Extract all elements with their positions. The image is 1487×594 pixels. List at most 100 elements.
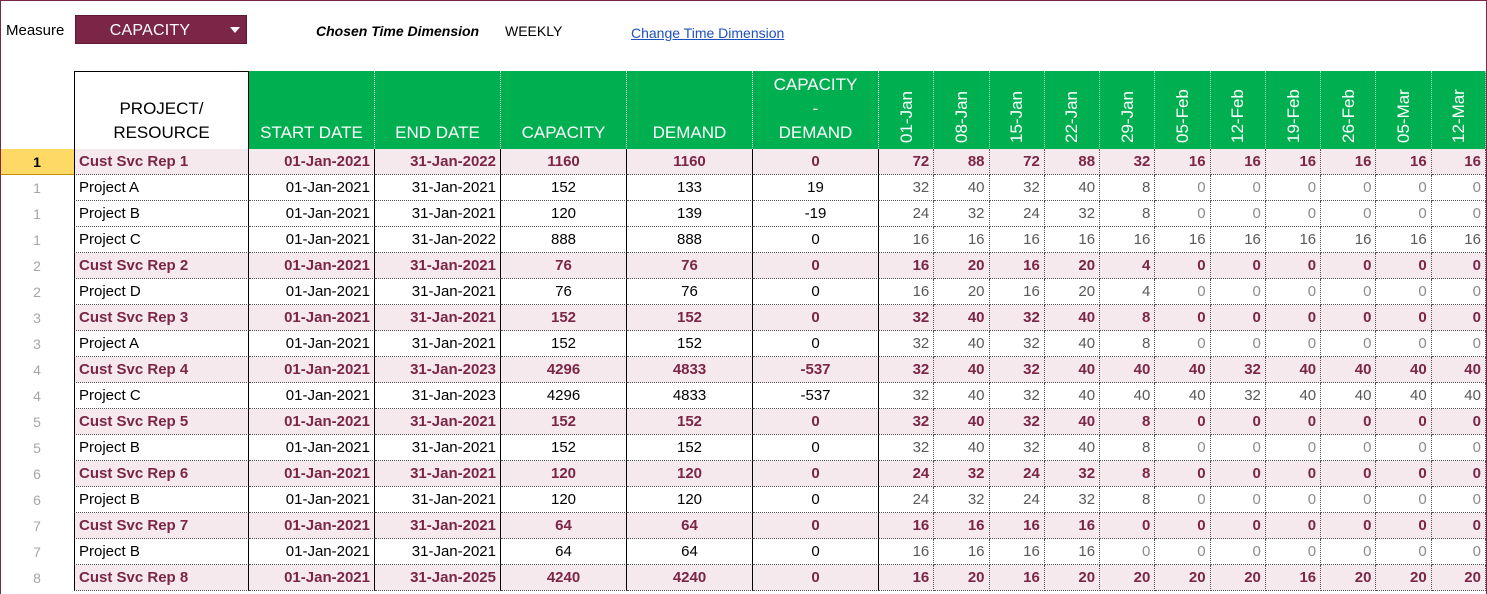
cell-week-value[interactable]: 0 [1265, 539, 1322, 565]
cell-end[interactable]: 31-Jan-2022 [375, 227, 501, 253]
cell-end[interactable]: 31-Jan-2021 [375, 409, 501, 435]
cell-week-value[interactable]: 88 [1044, 149, 1101, 175]
cell-week-value[interactable]: 0 [1155, 201, 1211, 227]
cell-name[interactable]: Project B [74, 435, 249, 461]
cell-week-value[interactable]: 0 [1210, 409, 1266, 435]
cell-week-value[interactable]: 40 [934, 435, 990, 461]
cell-week-value[interactable]: 0 [1155, 279, 1211, 305]
cell-start[interactable]: 01-Jan-2021 [249, 175, 375, 201]
cell-week-value[interactable]: 0 [1431, 201, 1486, 227]
cell-week-value[interactable]: 0 [1155, 487, 1211, 513]
cell-end[interactable]: 31-Jan-2022 [375, 149, 501, 175]
cell-week-value[interactable]: 32 [934, 487, 990, 513]
cell-week-value[interactable]: 32 [989, 331, 1045, 357]
cell-week-value[interactable]: 16 [879, 565, 935, 591]
cell-week-value[interactable]: 16 [879, 253, 935, 279]
cell-name[interactable]: Cust Svc Rep 6 [74, 461, 249, 487]
cell-name[interactable]: Project B [74, 201, 249, 227]
cell-week-value[interactable]: 40 [1155, 383, 1211, 409]
cell-demand[interactable]: 152 [627, 435, 753, 461]
cell-end[interactable]: 31-Jan-2021 [375, 331, 501, 357]
cell-week-value[interactable]: 8 [1100, 409, 1156, 435]
cell-start[interactable]: 01-Jan-2021 [249, 513, 375, 539]
cell-week-value[interactable]: 16 [1321, 149, 1377, 175]
cell-end[interactable]: 31-Jan-2021 [375, 461, 501, 487]
cell-demand[interactable]: 139 [627, 201, 753, 227]
cell-week-value[interactable]: 0 [1321, 305, 1377, 331]
cell-diff[interactable]: 0 [753, 305, 879, 331]
cell-week-value[interactable]: 32 [1044, 461, 1101, 487]
table-row[interactable]: 4 Project C 01-Jan-2021 31-Jan-2023 4296 4833… [0, 383, 1487, 409]
cell-week-value[interactable]: 40 [934, 383, 990, 409]
cell-week-value[interactable]: 4 [1100, 279, 1156, 305]
cell-week-value[interactable]: 0 [1265, 461, 1322, 487]
cell-capacity[interactable]: 120 [501, 487, 627, 513]
cell-week-value[interactable]: 16 [879, 539, 935, 565]
measure-dropdown[interactable]: CAPACITY [75, 15, 247, 44]
cell-capacity[interactable]: 64 [501, 539, 627, 565]
cell-capacity[interactable]: 120 [501, 461, 627, 487]
cell-week-value[interactable]: 16 [1155, 149, 1211, 175]
cell-week-value[interactable]: 0 [1265, 305, 1322, 331]
cell-week-value[interactable]: 20 [1155, 565, 1211, 591]
cell-capacity[interactable]: 4296 [501, 357, 627, 383]
cell-week-value[interactable]: 40 [1100, 383, 1156, 409]
cell-week-value[interactable]: 0 [1265, 331, 1322, 357]
cell-week-value[interactable]: 32 [879, 383, 935, 409]
cell-diff[interactable]: 19 [753, 175, 879, 201]
cell-week-value[interactable]: 0 [1155, 175, 1211, 201]
cell-week-value[interactable]: 32 [1044, 487, 1101, 513]
cell-week-value[interactable]: 0 [1376, 201, 1432, 227]
cell-name[interactable]: Cust Svc Rep 4 [74, 357, 249, 383]
cell-week-value[interactable]: 32 [879, 357, 935, 383]
cell-week-value[interactable]: 0 [1376, 487, 1432, 513]
cell-week-value[interactable]: 0 [1376, 513, 1432, 539]
cell-week-value[interactable]: 32 [879, 331, 935, 357]
cell-start[interactable]: 01-Jan-2021 [249, 331, 375, 357]
cell-week-value[interactable]: 0 [1431, 253, 1486, 279]
cell-week-value[interactable]: 32 [879, 305, 935, 331]
cell-week-value[interactable]: 0 [1321, 539, 1377, 565]
cell-week-value[interactable]: 16 [1321, 227, 1377, 253]
cell-week-value[interactable]: 20 [1044, 253, 1101, 279]
cell-capacity[interactable]: 76 [501, 279, 627, 305]
cell-week-value[interactable]: 0 [1210, 305, 1266, 331]
cell-name[interactable]: Project A [74, 175, 249, 201]
cell-week-value[interactable]: 20 [934, 253, 990, 279]
cell-week-value[interactable]: 40 [1044, 331, 1101, 357]
cell-week-value[interactable]: 88 [934, 149, 990, 175]
cell-diff[interactable]: -19 [753, 201, 879, 227]
cell-name[interactable]: Cust Svc Rep 8 [74, 565, 249, 591]
cell-name[interactable]: Project B [74, 539, 249, 565]
cell-week-value[interactable]: 0 [1431, 175, 1486, 201]
cell-capacity[interactable]: 76 [501, 253, 627, 279]
cell-week-value[interactable]: 0 [1155, 435, 1211, 461]
cell-week-value[interactable]: 32 [989, 435, 1045, 461]
cell-demand[interactable]: 120 [627, 487, 753, 513]
cell-end[interactable]: 31-Jan-2023 [375, 357, 501, 383]
cell-diff[interactable]: 0 [753, 409, 879, 435]
cell-week-value[interactable]: 40 [1155, 357, 1211, 383]
cell-week-value[interactable]: 16 [879, 279, 935, 305]
cell-capacity[interactable]: 120 [501, 201, 627, 227]
cell-diff[interactable]: 0 [753, 565, 879, 591]
cell-demand[interactable]: 4240 [627, 565, 753, 591]
cell-week-value[interactable]: 0 [1376, 435, 1432, 461]
cell-name[interactable]: Cust Svc Rep 5 [74, 409, 249, 435]
cell-end[interactable]: 31-Jan-2021 [375, 305, 501, 331]
cell-week-value[interactable]: 32 [1210, 357, 1266, 383]
cell-week-value[interactable]: 8 [1100, 175, 1156, 201]
cell-week-value[interactable]: 0 [1321, 435, 1377, 461]
cell-name[interactable]: Project B [74, 487, 249, 513]
cell-week-value[interactable]: 0 [1376, 175, 1432, 201]
cell-week-value[interactable]: 0 [1321, 201, 1377, 227]
cell-capacity[interactable]: 152 [501, 305, 627, 331]
cell-week-value[interactable]: 40 [1265, 383, 1322, 409]
cell-week-value[interactable]: 8 [1100, 435, 1156, 461]
table-row[interactable]: 1 Project A 01-Jan-2021 31-Jan-2021 152 133 19… [0, 175, 1487, 201]
cell-week-value[interactable]: 20 [934, 565, 990, 591]
cell-start[interactable]: 01-Jan-2021 [249, 435, 375, 461]
cell-week-value[interactable]: 8 [1100, 487, 1156, 513]
table-row[interactable]: 2 Project D 01-Jan-2021 31-Jan-2021 76 76 0 16 2… [0, 279, 1487, 305]
cell-week-value[interactable]: 32 [989, 305, 1045, 331]
